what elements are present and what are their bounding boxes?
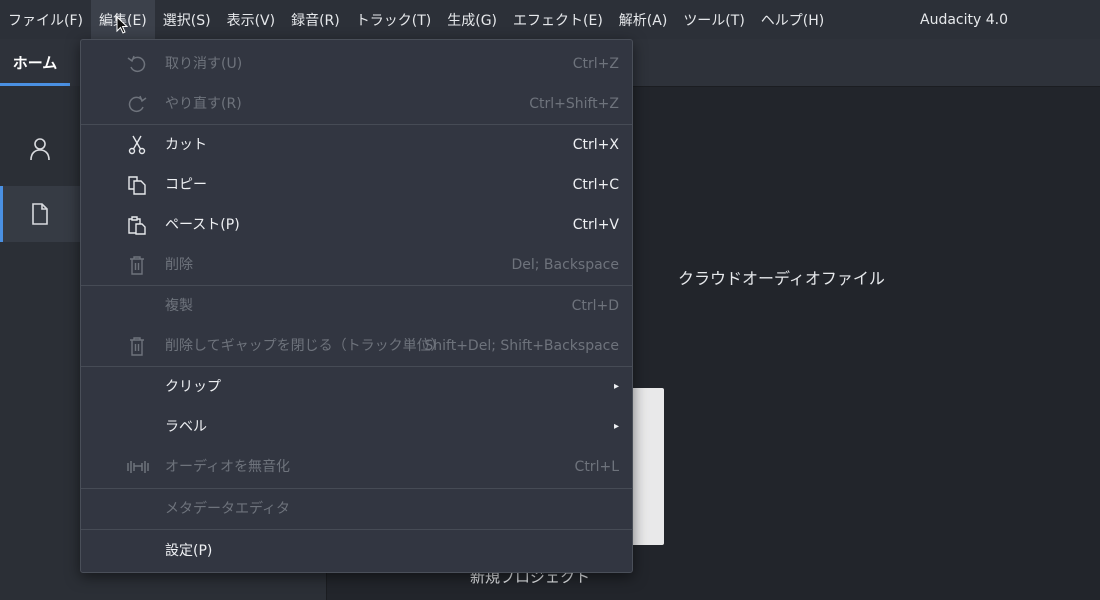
menu-item-shortcut: Ctrl+C	[572, 177, 619, 193]
scissors-icon	[127, 135, 147, 155]
menu-item-shortcut: Ctrl+Z	[572, 56, 619, 72]
menu-item-delete-close-gap[interactable]: 削除してギャップを閉じる（トラック単位） Shift+Del; Shift+Ba…	[81, 326, 632, 366]
menu-item-label: ラベル	[165, 419, 207, 435]
menu-item-label: 削除	[165, 257, 193, 273]
menu-tools[interactable]: ツール(T)	[675, 0, 752, 39]
undo-icon	[127, 54, 147, 74]
menu-item-label: カット	[165, 137, 207, 153]
menu-item-delete[interactable]: 削除 Del; Backspace	[81, 245, 632, 285]
menu-item-label: オーディオを無音化	[165, 459, 291, 475]
menu-view[interactable]: 表示(V)	[219, 0, 284, 39]
menu-item-shortcut: Ctrl+D	[571, 298, 619, 314]
copy-icon	[127, 175, 147, 195]
menu-item-silence-audio[interactable]: オーディオを無音化 Ctrl+L	[81, 447, 632, 487]
sidebar-projects-button[interactable]	[0, 186, 80, 242]
tab-home[interactable]: ホーム	[0, 39, 70, 86]
sidebar-account-button[interactable]	[0, 121, 80, 177]
menu-item-label: やり直す(R)	[165, 96, 242, 112]
menu-item-shortcut: Ctrl+V	[572, 217, 619, 233]
menu-item-label-submenu[interactable]: ラベル ▸	[81, 407, 632, 447]
mouse-cursor-icon	[116, 16, 128, 34]
menu-item-label: 設定(P)	[165, 543, 213, 559]
menu-item-undo[interactable]: 取り消す(U) Ctrl+Z	[81, 44, 632, 84]
menu-item-metadata-editor[interactable]: メタデータエディタ	[81, 489, 632, 529]
menu-item-shortcut: Ctrl+Shift+Z	[529, 96, 619, 112]
sidebar	[0, 86, 80, 600]
submenu-arrow-icon: ▸	[613, 421, 619, 432]
menu-record[interactable]: 録音(R)	[283, 0, 348, 39]
menu-item-shortcut: Ctrl+L	[574, 459, 619, 475]
user-icon	[29, 137, 51, 161]
edit-menu-dropdown: 取り消す(U) Ctrl+Z やり直す(R) Ctrl+Shift+Z カット …	[80, 39, 633, 573]
menu-item-clip[interactable]: クリップ ▸	[81, 367, 632, 407]
menu-item-label: 削除してギャップを閉じる（トラック単位）	[165, 338, 445, 354]
menu-select[interactable]: 選択(S)	[155, 0, 219, 39]
document-icon	[31, 203, 49, 225]
menu-item-shortcut: Del; Backspace	[511, 257, 619, 273]
redo-icon	[127, 94, 147, 114]
menu-item-label: クリップ	[165, 379, 221, 395]
menu-item-copy[interactable]: コピー Ctrl+C	[81, 165, 632, 205]
trash-icon	[127, 255, 147, 275]
menu-item-label: 複製	[165, 298, 193, 314]
menu-tracks[interactable]: トラック(T)	[348, 0, 439, 39]
paste-icon	[127, 215, 147, 235]
menu-item-shortcut: Shift+Del; Shift+Backspace	[424, 338, 619, 354]
menu-item-label: 取り消す(U)	[165, 56, 243, 72]
menu-item-duplicate[interactable]: 複製 Ctrl+D	[81, 286, 632, 326]
cloud-audio-label[interactable]: クラウドオーディオファイル	[678, 265, 885, 289]
app-title: Audacity 4.0	[920, 11, 1008, 28]
silence-icon	[127, 457, 149, 477]
menu-separator	[81, 529, 632, 530]
menu-help[interactable]: ヘルプ(H)	[753, 0, 832, 39]
menu-effect[interactable]: エフェクト(E)	[505, 0, 611, 39]
menu-generate[interactable]: 生成(G)	[439, 0, 505, 39]
menu-item-label: ペースト(P)	[165, 217, 240, 233]
menu-item-redo[interactable]: やり直す(R) Ctrl+Shift+Z	[81, 84, 632, 124]
menu-item-preferences[interactable]: 設定(P)	[81, 531, 632, 571]
menu-item-cut[interactable]: カット Ctrl+X	[81, 125, 632, 165]
trash-icon	[127, 336, 147, 356]
menu-file[interactable]: ファイル(F)	[0, 0, 91, 39]
menu-item-paste[interactable]: ペースト(P) Ctrl+V	[81, 205, 632, 245]
menu-analyze[interactable]: 解析(A)	[611, 0, 676, 39]
menu-item-shortcut: Ctrl+X	[572, 137, 619, 153]
menu-item-label: メタデータエディタ	[165, 501, 291, 517]
menu-item-label: コピー	[165, 177, 207, 193]
submenu-arrow-icon: ▸	[613, 381, 619, 392]
